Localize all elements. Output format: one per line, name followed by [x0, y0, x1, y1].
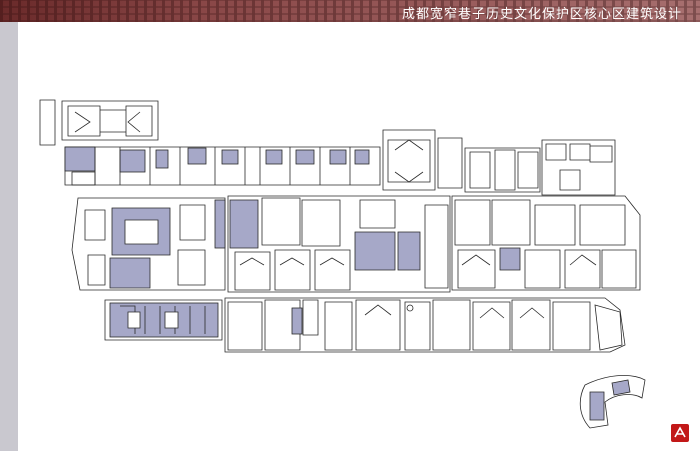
plan-block-top-left	[39, 99, 159, 146]
plan-block-upper-row	[64, 146, 381, 186]
plan-block-middle-right	[451, 195, 641, 291]
plan-block-middle-left	[71, 197, 226, 291]
plan-block-upper-right	[382, 129, 616, 196]
red-seal-logo-icon	[671, 424, 689, 442]
plan-block-lower-left	[104, 299, 223, 341]
plan-block-bottom-right	[579, 375, 646, 429]
plan-block-lower-center	[224, 297, 626, 353]
plan-block-middle-center	[227, 195, 451, 293]
architectural-site-plan	[39, 99, 646, 429]
